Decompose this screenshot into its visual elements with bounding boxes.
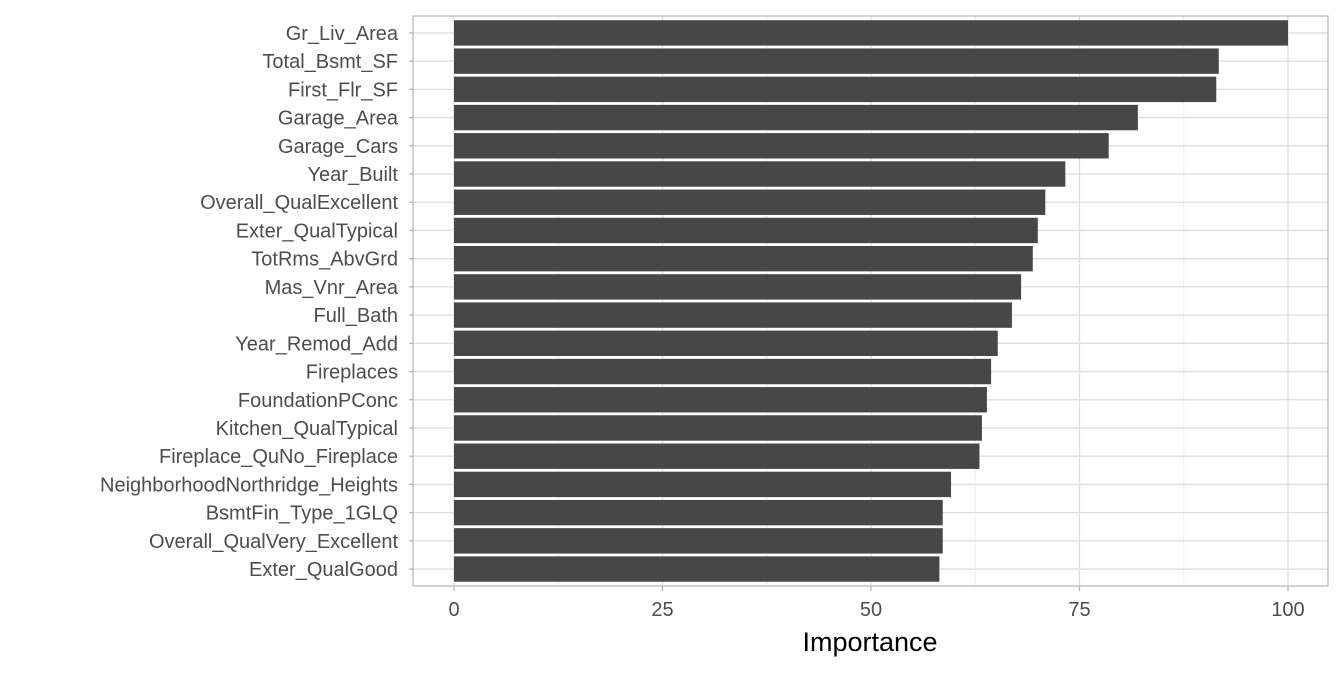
y-axis: Gr_Liv_Area Total_Bsmt_SF First_Flr_SF Gara… bbox=[100, 23, 413, 581]
x-tick-label: 75 bbox=[1068, 599, 1090, 621]
importance-bar-chart: Gr_Liv_Area Total_Bsmt_SF First_Flr_SF Gara… bbox=[100, 15, 1329, 657]
y-tick-label: Mas_Vnr_Area bbox=[265, 277, 399, 299]
bar-first-flr-sf bbox=[454, 76, 1217, 103]
bar-foundationpconc bbox=[454, 387, 987, 413]
y-tick-label: Year_Remod_Add bbox=[235, 333, 398, 355]
bar-totrms-abvgrd bbox=[454, 245, 1033, 272]
bar-neighborhoodnorthridge-heights bbox=[454, 471, 952, 498]
x-axis: 0 25 50 75 100 bbox=[448, 586, 1305, 621]
bar-overall-qualexcellent bbox=[454, 189, 1046, 215]
y-tick-label: Exter_QualGood bbox=[249, 559, 398, 581]
y-tick-label: Gr_Liv_Area bbox=[286, 23, 399, 45]
y-tick-label: BsmtFin_Type_1GLQ bbox=[206, 503, 398, 525]
y-tick-label: Year_Built bbox=[308, 164, 399, 186]
bar-full-bath bbox=[454, 302, 1012, 328]
y-tick-label: Full_Bath bbox=[314, 305, 399, 327]
y-tick-label: Overall_QualVery_Excellent bbox=[149, 531, 398, 553]
y-tick-label: Garage_Cars bbox=[278, 136, 398, 158]
y-tick-label: Kitchen_QualTypical bbox=[216, 418, 398, 440]
y-tick-label: Overall_QualExcellent bbox=[200, 192, 398, 214]
bar-exter-qualgood bbox=[454, 556, 940, 582]
bar-overall-qualvery-excellent bbox=[454, 528, 943, 554]
y-tick-label: Fireplaces bbox=[306, 362, 398, 384]
x-tick-label: 100 bbox=[1271, 599, 1304, 621]
bar-garage-area bbox=[454, 104, 1138, 131]
y-tick-label: Total_Bsmt_SF bbox=[262, 51, 398, 73]
bar-year-built bbox=[454, 161, 1066, 187]
y-tick-label: NeighborhoodNorthridge_Heights bbox=[100, 474, 398, 496]
bar-gr-liv-area bbox=[454, 20, 1288, 46]
bar-bsmtfin-type-1glq bbox=[454, 499, 943, 526]
y-tick-label: Garage_Area bbox=[278, 108, 399, 130]
y-tick-label: First_Flr_SF bbox=[288, 79, 398, 101]
y-tick-label: Exter_QualTypical bbox=[236, 220, 398, 242]
bar-fireplace-quno-fireplace bbox=[454, 443, 980, 469]
bar-exter-qualtypical bbox=[454, 217, 1038, 244]
bar-year-remod-add bbox=[454, 330, 998, 357]
bar-total-bsmt-sf bbox=[454, 48, 1219, 74]
bar-garage-cars bbox=[454, 133, 1109, 159]
x-tick-label: 0 bbox=[448, 599, 459, 621]
x-tick-label: 25 bbox=[651, 599, 673, 621]
x-tick-label: 50 bbox=[860, 599, 882, 621]
y-tick-label: Fireplace_QuNo_Fireplace bbox=[159, 446, 398, 468]
y-tick-label: TotRms_AbvGrd bbox=[251, 249, 398, 271]
y-tick-label: FoundationPConc bbox=[238, 390, 398, 412]
bar-fireplaces bbox=[454, 358, 992, 385]
x-axis-label: Importance bbox=[802, 627, 937, 657]
bar-kitchen-qualtypical bbox=[454, 415, 982, 441]
bar-mas-vnr-area bbox=[454, 274, 1022, 300]
